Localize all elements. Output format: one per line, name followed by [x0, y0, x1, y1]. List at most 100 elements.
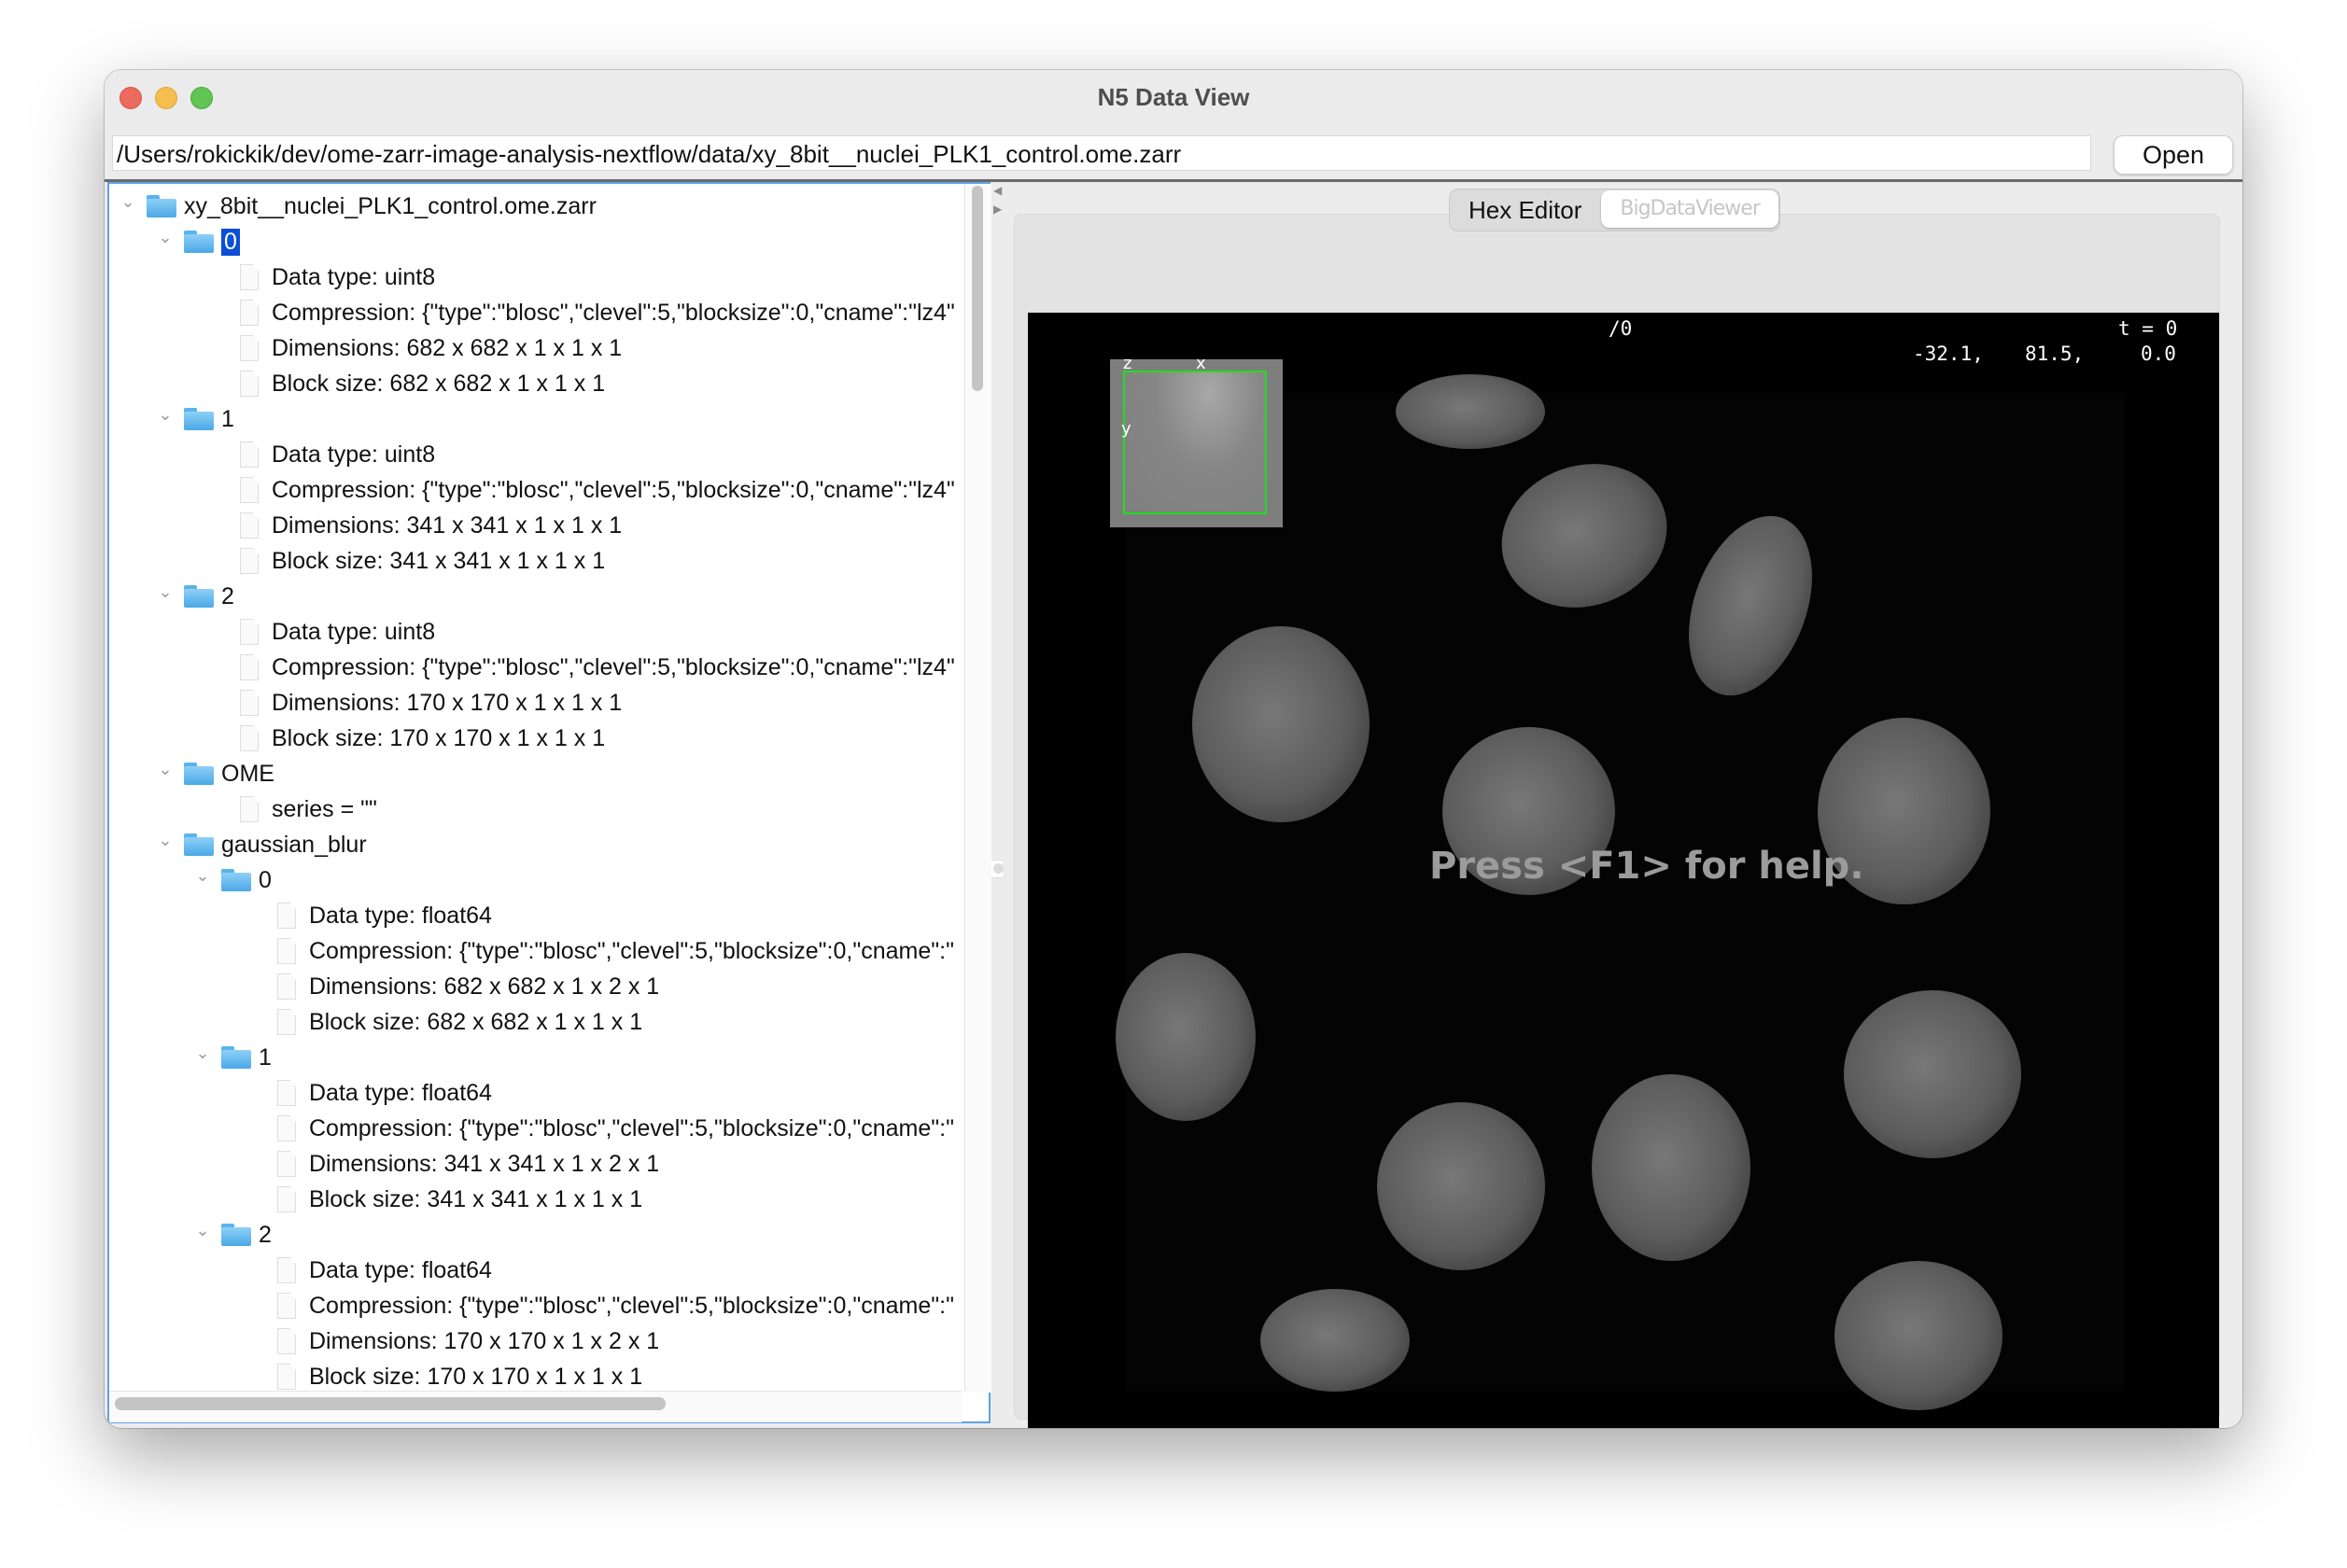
folder-icon [184, 585, 214, 608]
folder-icon [221, 1224, 251, 1246]
vertical-scrollbar-thumb[interactable] [972, 186, 983, 391]
tree-leaf-node[interactable]: Block size: 341 x 341 x 1 x 1 x 1 [277, 1182, 642, 1217]
nucleus [1260, 1289, 1410, 1392]
collapse-right-arrow-icon[interactable]: ▶ [993, 203, 1002, 216]
nucleus [1592, 1074, 1750, 1261]
tree-leaf-node[interactable]: Data type: uint8 [240, 259, 435, 295]
folder-icon [147, 195, 176, 217]
tree-leaf-node[interactable]: Block size: 682 x 682 x 1 x 1 x 1 [240, 366, 605, 401]
tree-folder-node[interactable]: ⌄ 1 [195, 1040, 271, 1075]
file-icon [240, 796, 259, 822]
folder-icon [221, 869, 251, 891]
path-input[interactable]: /Users/rokickik/dev/ome-zarr-image-analy… [112, 135, 2091, 171]
tree-folder-node[interactable]: ⌄ gaussian_blur [158, 827, 367, 862]
tree-leaf-node[interactable]: Dimensions: 170 x 170 x 1 x 1 x 1 [240, 685, 622, 721]
expand-chevron-icon[interactable]: ⌄ [158, 832, 173, 848]
tree-leaf-node[interactable]: series = "" [240, 791, 377, 827]
file-icon [277, 903, 296, 929]
expand-chevron-icon[interactable]: ⌄ [195, 1222, 210, 1239]
expand-chevron-icon[interactable]: ⌄ [195, 867, 210, 884]
tree-node-label: Data type: uint8 [272, 263, 436, 290]
window-title: N5 Data View [1097, 83, 1250, 111]
nucleus [1396, 374, 1545, 449]
tree-node-label: Compression: {"type":"blosc","clevel":5,… [309, 937, 954, 964]
expand-chevron-icon[interactable]: ⌄ [158, 583, 173, 600]
file-icon [240, 548, 259, 574]
tree-leaf-node[interactable]: Data type: uint8 [240, 614, 435, 650]
file-icon [240, 512, 259, 539]
file-icon [277, 1080, 296, 1106]
file-icon [277, 1115, 296, 1141]
tree-folder-node[interactable]: ⌄ 2 [195, 1217, 271, 1253]
tree-node-label: Block size: 682 x 682 x 1 x 1 x 1 [309, 1008, 643, 1035]
path-bar: /Users/rokickik/dev/ome-zarr-image-analy… [105, 124, 2242, 182]
tree-leaf-node[interactable]: Data type: float64 [277, 1075, 492, 1111]
tree-leaf-node[interactable]: Block size: 341 x 341 x 1 x 1 x 1 [240, 543, 605, 579]
source-name: /0 [1609, 317, 1633, 340]
nucleus [1116, 953, 1256, 1121]
split-pane-divider[interactable]: ◀ ▶ [991, 182, 1004, 1423]
tree-leaf-node[interactable]: Dimensions: 341 x 341 x 1 x 2 x 1 [277, 1146, 659, 1182]
tree-node-label: gaussian_blur [221, 831, 367, 858]
tree-node-label: Compression: {"type":"blosc","clevel":5,… [309, 1292, 954, 1319]
file-icon [277, 973, 296, 1000]
nucleus [1192, 626, 1370, 822]
bigdataviewer-canvas[interactable]: z x y /0 t = 0 -32.1, 81.5, 0.0 Press <F… [1028, 313, 2219, 1428]
expand-chevron-icon[interactable]: ⌄ [158, 761, 173, 777]
tree-folder-node[interactable]: ⌄ OME [158, 756, 274, 791]
divider-handle[interactable] [991, 860, 1004, 878]
tree-leaf-node[interactable]: Compression: {"type":"blosc","clevel":5,… [277, 933, 954, 969]
tree-folder-node[interactable]: ⌄ 2 [158, 579, 234, 614]
tree-node-label: Block size: 341 x 341 x 1 x 1 x 1 [272, 547, 606, 574]
tree-node-label: Block size: 682 x 682 x 1 x 1 x 1 [272, 370, 606, 397]
coord-z: 0.0 [2141, 343, 2176, 365]
tree-node-label: Dimensions: 682 x 682 x 1 x 1 x 1 [272, 334, 623, 361]
tree-leaf-node[interactable]: Compression: {"type":"blosc","clevel":5,… [277, 1111, 954, 1146]
tree-leaf-node[interactable]: Data type: float64 [277, 898, 492, 933]
tree-leaf-node[interactable]: Compression: {"type":"blosc","clevel":5,… [277, 1288, 954, 1323]
tree-leaf-node[interactable]: Compression: {"type":"blosc","clevel":5,… [240, 472, 955, 508]
horizontal-scrollbar-thumb[interactable] [115, 1397, 666, 1410]
file-icon [240, 441, 259, 468]
tree-node-label: Compression: {"type":"blosc","clevel":5,… [309, 1114, 954, 1141]
tree-node-label: xy_8bit__nuclei_PLK1_control.ome.zarr [184, 192, 597, 219]
folder-icon [221, 1046, 251, 1069]
tree-node-label: Compression: {"type":"blosc","clevel":5,… [272, 476, 955, 503]
tree-node-label: Block size: 170 x 170 x 1 x 1 x 1 [272, 724, 606, 751]
collapse-left-arrow-icon[interactable]: ◀ [993, 184, 1002, 197]
tree-leaf-node[interactable]: Data type: uint8 [240, 437, 435, 472]
file-icon [240, 264, 259, 290]
expand-chevron-icon[interactable]: ⌄ [195, 1044, 210, 1061]
tree-node-label: Dimensions: 341 x 341 x 1 x 1 x 1 [272, 511, 623, 539]
tree-folder-node[interactable]: ⌄ xy_8bit__nuclei_PLK1_control.ome.zarr [120, 189, 597, 224]
tree-folder-node[interactable]: ⌄ 0 [195, 862, 271, 898]
expand-chevron-icon[interactable]: ⌄ [120, 193, 135, 210]
tree-folder-node[interactable]: ⌄ 1 [158, 401, 233, 437]
expand-chevron-icon[interactable]: ⌄ [158, 406, 173, 423]
tab-bigdataviewer[interactable]: BigDataViewer [1601, 190, 1778, 228]
title-bar: N5 Data View [105, 70, 2242, 125]
tree-node-label: Data type: uint8 [272, 441, 436, 468]
file-icon [240, 619, 259, 645]
file-icon [277, 1293, 296, 1319]
tree-leaf-node[interactable]: Dimensions: 341 x 341 x 1 x 1 x 1 [240, 508, 622, 543]
tree-node-label: Block size: 170 x 170 x 1 x 1 x 1 [309, 1363, 643, 1390]
tree-leaf-node[interactable]: Dimensions: 170 x 170 x 1 x 2 x 1 [277, 1323, 659, 1359]
tab-hex-editor[interactable]: Hex Editor [1450, 189, 1600, 231]
tree-leaf-node[interactable]: Dimensions: 682 x 682 x 1 x 2 x 1 [277, 969, 659, 1004]
tree-folder-node[interactable]: ⌄ 0 [158, 224, 240, 259]
minimap-x-label: x [1196, 354, 1206, 373]
file-icon [240, 690, 259, 716]
tree-leaf-node[interactable]: Block size: 170 x 170 x 1 x 1 x 1 [240, 721, 605, 756]
nucleus [1377, 1102, 1545, 1270]
tree-leaf-node[interactable]: Dimensions: 682 x 682 x 1 x 1 x 1 [240, 330, 622, 366]
tree-leaf-node[interactable]: Block size: 682 x 682 x 1 x 1 x 1 [277, 1004, 642, 1040]
tree-leaf-node[interactable]: Block size: 170 x 170 x 1 x 1 x 1 [277, 1359, 642, 1393]
open-button[interactable]: Open [2114, 135, 2233, 175]
tree-node-label: 2 [221, 582, 234, 609]
tree-leaf-node[interactable]: Compression: {"type":"blosc","clevel":5,… [240, 295, 955, 330]
tree-leaf-node[interactable]: Compression: {"type":"blosc","clevel":5,… [240, 650, 955, 685]
tree-leaf-node[interactable]: Data type: float64 [277, 1253, 492, 1288]
expand-chevron-icon[interactable]: ⌄ [158, 229, 173, 245]
folder-icon [184, 763, 214, 785]
